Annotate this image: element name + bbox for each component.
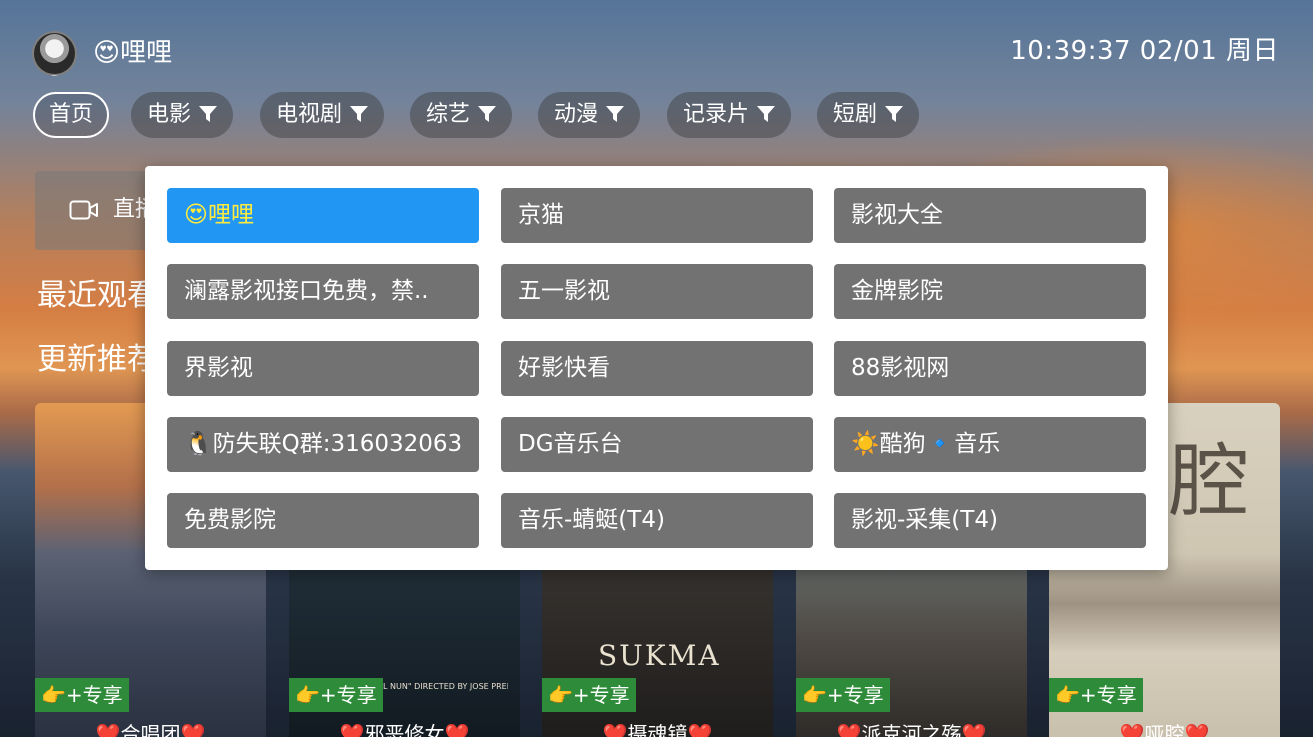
source-item[interactable]: DG音乐台 bbox=[501, 417, 813, 472]
app-title[interactable]: 😍哩哩 bbox=[93, 36, 172, 70]
source-item[interactable]: 澜露影视接口免费，禁.. bbox=[167, 264, 479, 319]
source-item[interactable]: ☀️酷狗🔹音乐 bbox=[834, 417, 1146, 472]
tab-documentary[interactable]: 记录片 bbox=[667, 92, 792, 138]
tab-anime[interactable]: 动漫 bbox=[538, 92, 641, 138]
source-item[interactable]: 影视大全 bbox=[834, 188, 1146, 243]
tab-label: 首页 bbox=[49, 102, 94, 127]
source-item[interactable]: 🐧防失联Q群:316032063 bbox=[167, 417, 479, 472]
tab-label: 电影 bbox=[147, 102, 192, 127]
source-item[interactable]: 五一影视 bbox=[501, 264, 813, 319]
tab-label: 综艺 bbox=[426, 102, 471, 127]
source-item[interactable]: 金牌影院 bbox=[834, 264, 1146, 319]
exclusive-badge: 👉+专享 bbox=[542, 678, 636, 712]
filter-icon bbox=[757, 106, 776, 122]
source-select-dropdown: 😍哩哩 京猫 影视大全 澜露影视接口免费，禁.. 五一影视 金牌影院 界影视 好… bbox=[145, 166, 1168, 570]
filter-icon bbox=[350, 106, 369, 122]
tab-home[interactable]: 首页 bbox=[33, 92, 110, 138]
video-camera-icon bbox=[69, 200, 98, 220]
tab-label: 短剧 bbox=[833, 102, 878, 127]
source-item[interactable]: 😍哩哩 bbox=[167, 188, 479, 243]
filter-icon bbox=[606, 106, 625, 122]
exclusive-badge: 👉+专享 bbox=[796, 678, 890, 712]
poster-title: ❤️邪恶修女❤️ bbox=[339, 722, 470, 737]
tab-tv[interactable]: 电视剧 bbox=[260, 92, 385, 138]
filter-icon bbox=[885, 106, 904, 122]
source-item[interactable]: 影视-采集(T4) bbox=[834, 493, 1146, 548]
exclusive-badge: 👉+专享 bbox=[289, 678, 383, 712]
poster-title: ❤️哑腔❤️ bbox=[1119, 722, 1210, 737]
filter-icon bbox=[199, 106, 218, 122]
recommend-title: 更新推荐 bbox=[37, 342, 157, 377]
tab-label: 记录片 bbox=[683, 102, 750, 127]
source-item[interactable]: 界影视 bbox=[167, 341, 479, 396]
poster-title-art: 腔 bbox=[1169, 435, 1249, 528]
poster-title: ❤️派克河之殇❤️ bbox=[836, 722, 987, 737]
clock: 10:39:37 02/01 周日 bbox=[1010, 36, 1279, 66]
avatar[interactable] bbox=[32, 31, 77, 76]
tab-movie[interactable]: 电影 bbox=[131, 92, 234, 138]
filter-icon bbox=[478, 106, 497, 122]
poster-title: ❤️摄魂镜❤️ bbox=[602, 722, 713, 737]
recent-watch-title: 最近观看 bbox=[37, 278, 157, 313]
source-item[interactable]: 音乐-蜻蜓(T4) bbox=[501, 493, 813, 548]
exclusive-badge: 👉+专享 bbox=[35, 678, 129, 712]
source-item[interactable]: 好影快看 bbox=[501, 341, 813, 396]
tab-variety[interactable]: 综艺 bbox=[410, 92, 513, 138]
tab-label: 电视剧 bbox=[276, 102, 343, 127]
poster-title: ❤️合唱团❤️ bbox=[95, 722, 206, 737]
source-item[interactable]: 88影视网 bbox=[834, 341, 1146, 396]
tab-short-drama[interactable]: 短剧 bbox=[817, 92, 920, 138]
poster-title-art: SUKMA bbox=[598, 639, 721, 672]
exclusive-badge: 👉+专享 bbox=[1049, 678, 1143, 712]
tab-label: 动漫 bbox=[554, 102, 599, 127]
source-item[interactable]: 免费影院 bbox=[167, 493, 479, 548]
source-item[interactable]: 京猫 bbox=[501, 188, 813, 243]
